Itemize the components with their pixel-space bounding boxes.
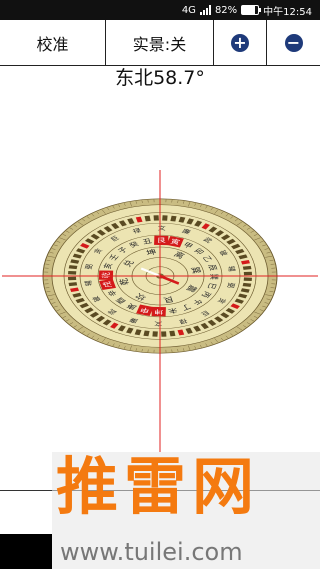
calibrate-button[interactable]: 校准 [0, 20, 106, 65]
pattern-cell [153, 215, 159, 221]
minus-icon: − [284, 33, 303, 52]
pattern-cell [243, 271, 253, 276]
pattern-cell [162, 215, 168, 221]
zoom-in-button[interactable]: + [214, 20, 267, 65]
network-type: 4G [181, 4, 196, 16]
luopan-compass[interactable]: 兑坤 离巽震艮坎乾壬子癸丑艮寅甲卯乙辰巽巳丙午丁未坤申庚酉辛戌乾亥贪巨禄文廉武破辅… [0, 160, 320, 460]
calibrate-label: 校准 [36, 34, 69, 54]
clock: 中午12:54 [263, 6, 312, 18]
pattern-cell [243, 277, 252, 282]
pattern-cell [68, 270, 77, 275]
ring-char: 艮 [157, 237, 167, 244]
status-bar: 4G 82% 中午12:54 [0, 0, 320, 20]
ring-char: 巽 [209, 274, 220, 280]
pattern-cell [67, 276, 77, 281]
nav-bar [0, 534, 52, 569]
watermark-logo: 推雷网 [56, 450, 261, 523]
toolbar: 校准 实景:关 + − [0, 20, 320, 66]
ring-char: 文 [154, 320, 163, 327]
zoom-out-button[interactable]: − [267, 20, 320, 65]
watermark-url: www.tuilei.com [60, 538, 243, 566]
ring-char: 坤 [154, 308, 163, 316]
plus-icon: + [231, 33, 249, 52]
battery-icon [241, 5, 262, 15]
ring-char: 乾 [99, 272, 111, 278]
live-view-toggle[interactable]: 实景:关 [106, 20, 214, 65]
pattern-cell [152, 331, 158, 337]
battery-percent: 82% [214, 4, 238, 16]
heading-readout: 东北58.7° [115, 67, 205, 89]
live-view-label: 实景:关 [132, 34, 187, 54]
signal-icon [199, 5, 211, 15]
pattern-cell [161, 331, 167, 337]
ring-char: 文 [158, 225, 167, 232]
bottom-left-cell [0, 491, 50, 534]
